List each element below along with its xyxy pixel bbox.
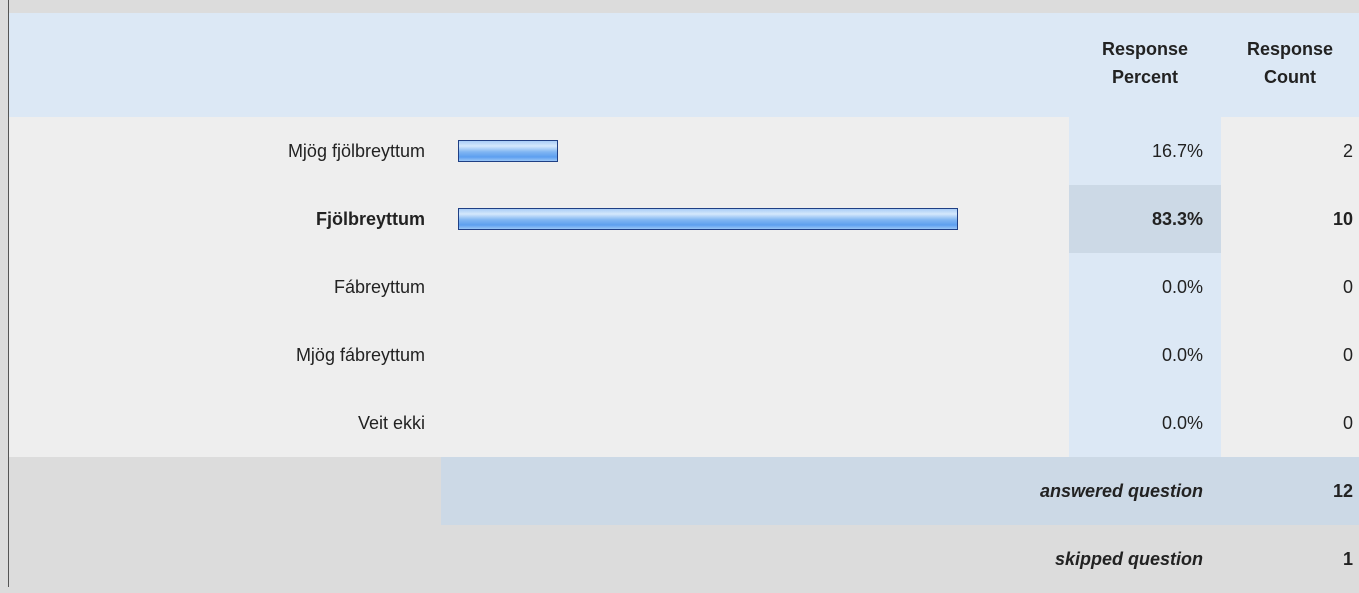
response-percent: 83.3% [1069, 185, 1221, 253]
answer-label: Fjölbreyttum [315, 209, 425, 229]
skipped-question-label: skipped question [1054, 549, 1203, 569]
answer-label: Veit ekki [357, 413, 425, 433]
answer-row: Fjölbreyttum 83.3% 10 [9, 185, 1359, 253]
answered-question-label: answered question [1039, 481, 1203, 501]
response-bar [458, 208, 958, 230]
response-percent: 0.0% [1069, 389, 1221, 457]
response-count: 0 [1221, 321, 1359, 389]
response-percent: 0.0% [1069, 253, 1221, 321]
survey-results-panel: Response Percent Response Count Mjög fjö… [0, 0, 1359, 593]
answer-row: Mjög fjölbreyttum 16.7% 2 [9, 117, 1359, 185]
response-percent-header: Response Percent [1069, 35, 1221, 91]
response-percent-header-line2: Percent [1111, 67, 1179, 87]
skipped-question-value: 1 [1342, 549, 1353, 569]
bar-track [458, 412, 958, 434]
bar-track [458, 140, 958, 162]
response-count-header: Response Count [1221, 35, 1359, 91]
skipped-question-row: skipped question 1 [9, 525, 1359, 593]
response-bar [458, 140, 558, 162]
answer-label: Mjög fábreyttum [295, 345, 425, 365]
table-header: Response Percent Response Count [9, 13, 1359, 117]
bar-track [458, 208, 958, 230]
response-count-header-line1: Response [1246, 39, 1334, 59]
bar-track [458, 344, 958, 366]
results-table: Response Percent Response Count Mjög fjö… [9, 13, 1359, 593]
answered-question-value: 12 [1332, 481, 1353, 501]
response-percent: 16.7% [1069, 117, 1221, 185]
response-count: 0 [1221, 253, 1359, 321]
answer-row: Veit ekki 0.0% 0 [9, 389, 1359, 457]
answer-row: Fábreyttum 0.0% 0 [9, 253, 1359, 321]
response-count: 0 [1221, 389, 1359, 457]
response-percent-header-line1: Response [1101, 39, 1189, 59]
response-percent: 0.0% [1069, 321, 1221, 389]
response-count: 2 [1221, 117, 1359, 185]
left-border [0, 0, 9, 587]
response-count-header-line2: Count [1264, 67, 1316, 87]
answer-label: Fábreyttum [333, 277, 425, 297]
response-count: 10 [1221, 185, 1359, 253]
answer-label: Mjög fjölbreyttum [287, 141, 425, 161]
bar-track [458, 276, 958, 298]
answered-question-row: answered question 12 [9, 457, 1359, 525]
answer-row: Mjög fábreyttum 0.0% 0 [9, 321, 1359, 389]
answer-rows: Mjög fjölbreyttum 16.7% 2 Fjölbreyttum 83.3%… [9, 117, 1359, 457]
